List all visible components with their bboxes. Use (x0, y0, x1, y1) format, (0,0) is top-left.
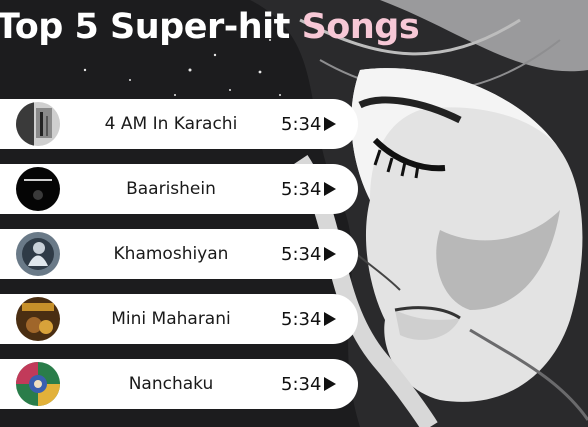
album-cover-icon (16, 102, 60, 146)
album-cover-icon (16, 297, 60, 341)
song-duration: 5:34 (281, 373, 322, 395)
song-duration: 5:34 (281, 113, 322, 135)
song-duration: 5:34 (281, 178, 322, 200)
song-title: Baarishein (126, 179, 216, 199)
song-title: Khamoshiyan (113, 244, 229, 264)
song-row[interactable]: Baarishein 5:34 (0, 164, 358, 214)
play-icon[interactable] (324, 117, 336, 131)
song-title: 4 AM In Karachi (104, 114, 238, 134)
song-duration: 5:34 (281, 243, 322, 265)
album-cover-icon (16, 167, 60, 211)
album-cover-icon (16, 362, 60, 406)
song-row[interactable]: Mini Maharani 5:34 (0, 294, 358, 344)
song-list: 4 AM In Karachi 5:34 Baarishein 5:34 Kha… (0, 0, 588, 427)
play-icon[interactable] (324, 377, 336, 391)
song-row[interactable]: 4 AM In Karachi 5:34 (0, 99, 358, 149)
play-icon[interactable] (324, 247, 336, 261)
song-row[interactable]: Nanchaku 5:34 (0, 359, 358, 409)
play-icon[interactable] (324, 182, 336, 196)
song-title: Nanchaku (128, 374, 214, 394)
song-title: Mini Maharani (111, 309, 231, 329)
song-duration: 5:34 (281, 308, 322, 330)
album-cover-icon (16, 232, 60, 276)
song-row[interactable]: Khamoshiyan 5:34 (0, 229, 358, 279)
play-icon[interactable] (324, 312, 336, 326)
